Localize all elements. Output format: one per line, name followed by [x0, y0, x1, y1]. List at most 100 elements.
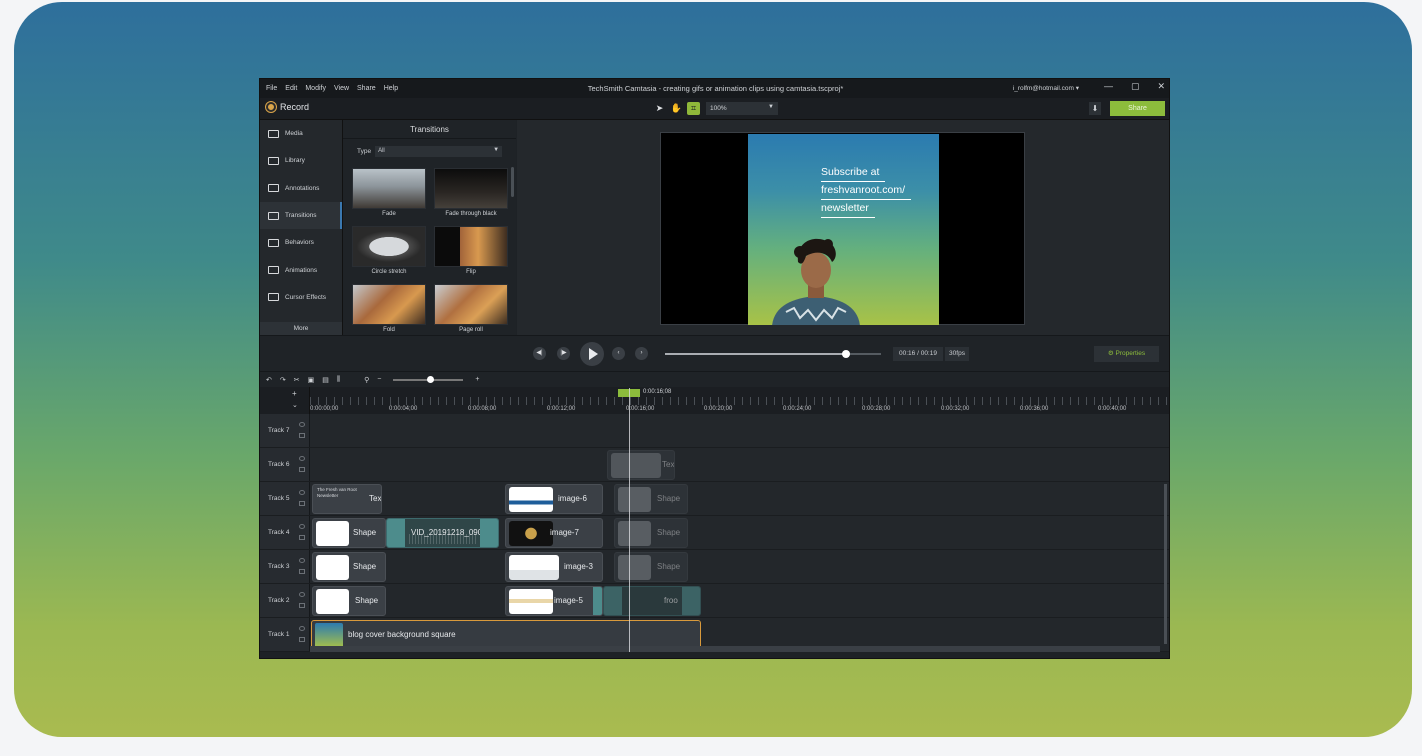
track-header[interactable]: Track 5 [260, 482, 310, 515]
timeline-clip[interactable]: Shape [312, 586, 386, 616]
clip-trim-handle[interactable] [593, 587, 602, 615]
transition-fold[interactable]: Fold [352, 284, 426, 338]
menu-edit[interactable]: Edit [285, 85, 297, 92]
timeline-clip[interactable]: Shape [312, 552, 386, 582]
scrub-handle[interactable] [842, 350, 851, 358]
timeline-ruler[interactable]: + ⌄ 0:00:16;08 0:00:00;00 0:00:04;00 0:0… [260, 387, 1169, 414]
sidebar-item-transitions[interactable]: Transitions [260, 201, 342, 230]
track-header[interactable]: Track 1 [260, 618, 310, 651]
timeline-clip[interactable]: Tex [607, 450, 675, 480]
minimize-icon[interactable]: — [1104, 81, 1113, 92]
timeline-clip[interactable]: froo [603, 586, 701, 616]
track-header[interactable]: Track 3 [260, 550, 310, 583]
track-header[interactable]: Track 6 [260, 448, 310, 481]
menu-modify[interactable]: Modify [305, 85, 326, 92]
panel-scrollbar[interactable] [511, 167, 514, 197]
timeline-vertical-scrollbar[interactable] [1164, 484, 1167, 644]
undo-icon[interactable]: ↶ [266, 376, 272, 384]
clip-trim-handle[interactable] [682, 587, 700, 615]
timeline-clip[interactable]: image-5 [505, 586, 603, 616]
hand-pan-icon[interactable]: ✋ [670, 102, 683, 115]
maximize-icon[interactable]: ▢ [1131, 81, 1140, 92]
paste-icon[interactable]: ▤ [322, 376, 329, 384]
crop-icon[interactable]: ⌗ [687, 102, 700, 115]
canvas-artboard[interactable]: Subscribe at freshvanroot.com/ newslette… [748, 134, 939, 325]
split-icon[interactable]: ⫼ [337, 376, 340, 384]
transition-circle-stretch[interactable]: Circle stretch [352, 226, 426, 280]
eye-icon[interactable] [299, 592, 305, 597]
eye-icon[interactable] [299, 422, 305, 427]
lock-icon[interactable] [299, 535, 305, 540]
zoom-in-icon[interactable]: + [475, 376, 479, 383]
lock-icon[interactable] [299, 637, 305, 642]
timeline-clip[interactable]: Shape [312, 518, 386, 548]
canvas-stage[interactable]: Subscribe at freshvanroot.com/ newslette… [660, 132, 1025, 325]
clip-trim-handle[interactable] [480, 519, 498, 547]
lock-icon[interactable] [299, 433, 305, 438]
zoom-slider-handle[interactable] [427, 375, 435, 383]
transition-flip[interactable]: Flip [434, 226, 508, 280]
clip-trim-handle[interactable] [387, 519, 405, 547]
menu-help[interactable]: Help [384, 85, 398, 92]
account-menu[interactable]: i_rolfm@hotmail.com ▾ [1013, 84, 1079, 92]
timeline-clip[interactable]: Shape [614, 518, 688, 548]
eye-icon[interactable] [299, 456, 305, 461]
scrub-bar[interactable] [665, 350, 881, 358]
menu-view[interactable]: View [334, 85, 349, 92]
eye-icon[interactable] [299, 626, 305, 631]
zoom-dropdown[interactable]: 100% ▼ [706, 102, 778, 115]
clip-trim-handle[interactable] [604, 587, 622, 615]
timeline-clip[interactable]: Shape [614, 552, 688, 582]
lock-icon[interactable] [299, 501, 305, 506]
timeline-clip-video[interactable]: VID_20191218_09020 [386, 518, 499, 548]
sidebar-item-annotations[interactable]: Annotations [260, 175, 342, 202]
download-icon[interactable]: ⬇ [1089, 102, 1101, 115]
step-forward-icon[interactable]: |▶ [557, 347, 570, 360]
transition-fade-through-black[interactable]: Fade through black [434, 168, 508, 222]
next-icon[interactable]: › [635, 347, 648, 360]
chevron-down-icon[interactable]: ⌄ [292, 401, 298, 409]
sidebar-item-animations[interactable]: Animations [260, 256, 342, 283]
timeline-clip[interactable]: image-6 [505, 484, 603, 514]
sidebar-item-media[interactable]: Media [260, 120, 342, 147]
lock-icon[interactable] [299, 603, 305, 608]
track-header[interactable]: Track 7 [260, 414, 310, 447]
sidebar-item-behaviors[interactable]: Behaviors [260, 229, 342, 256]
track-header[interactable]: Track 4 [260, 516, 310, 549]
record-button[interactable]: Record [266, 102, 309, 112]
eye-icon[interactable] [299, 558, 305, 563]
timeline-clip[interactable]: image-7 [505, 518, 603, 548]
eye-icon[interactable] [299, 490, 305, 495]
timeline-clip[interactable]: image-3 [505, 552, 603, 582]
type-dropdown[interactable]: All ▼ [375, 146, 503, 157]
person-image[interactable] [764, 232, 868, 325]
pointer-icon[interactable]: ➤ [653, 102, 666, 115]
canvas-text-callout[interactable]: Subscribe at freshvanroot.com/ newslette… [821, 164, 912, 218]
track-header[interactable]: Track 2 [260, 584, 310, 617]
menu-file[interactable]: File [266, 85, 277, 92]
previous-icon[interactable]: ‹ [612, 347, 625, 360]
lock-icon[interactable] [299, 467, 305, 472]
eye-icon[interactable] [299, 524, 305, 529]
share-button[interactable]: Share [1110, 101, 1165, 116]
timeline-horizontal-scrollbar[interactable] [310, 646, 1160, 652]
play-button[interactable] [580, 342, 604, 366]
copy-icon[interactable]: ▣ [308, 376, 315, 384]
add-track-icon[interactable]: + [292, 389, 297, 398]
lock-icon[interactable] [299, 569, 305, 574]
transition-fade[interactable]: Fade [352, 168, 426, 222]
redo-icon[interactable]: ↷ [280, 376, 286, 384]
more-button[interactable]: More [260, 322, 342, 335]
timeline-clip[interactable]: Shape [614, 484, 688, 514]
transition-page-roll[interactable]: Page roll [434, 284, 508, 338]
close-icon[interactable]: ✕ [1157, 81, 1165, 92]
step-back-icon[interactable]: ◀| [533, 347, 546, 360]
timeline-zoom-slider[interactable] [393, 375, 464, 383]
properties-button[interactable]: ⚙ Properties [1094, 346, 1159, 362]
timeline-clip[interactable]: The Fresh van Root Newsletter Tex [312, 484, 382, 514]
menu-share[interactable]: Share [357, 85, 376, 92]
sidebar-item-library[interactable]: Library [260, 147, 342, 174]
cut-icon[interactable]: ✂ [294, 376, 300, 384]
zoom-out-icon[interactable]: − [377, 376, 381, 383]
sidebar-item-cursor-effects[interactable]: Cursor Effects [260, 284, 342, 311]
